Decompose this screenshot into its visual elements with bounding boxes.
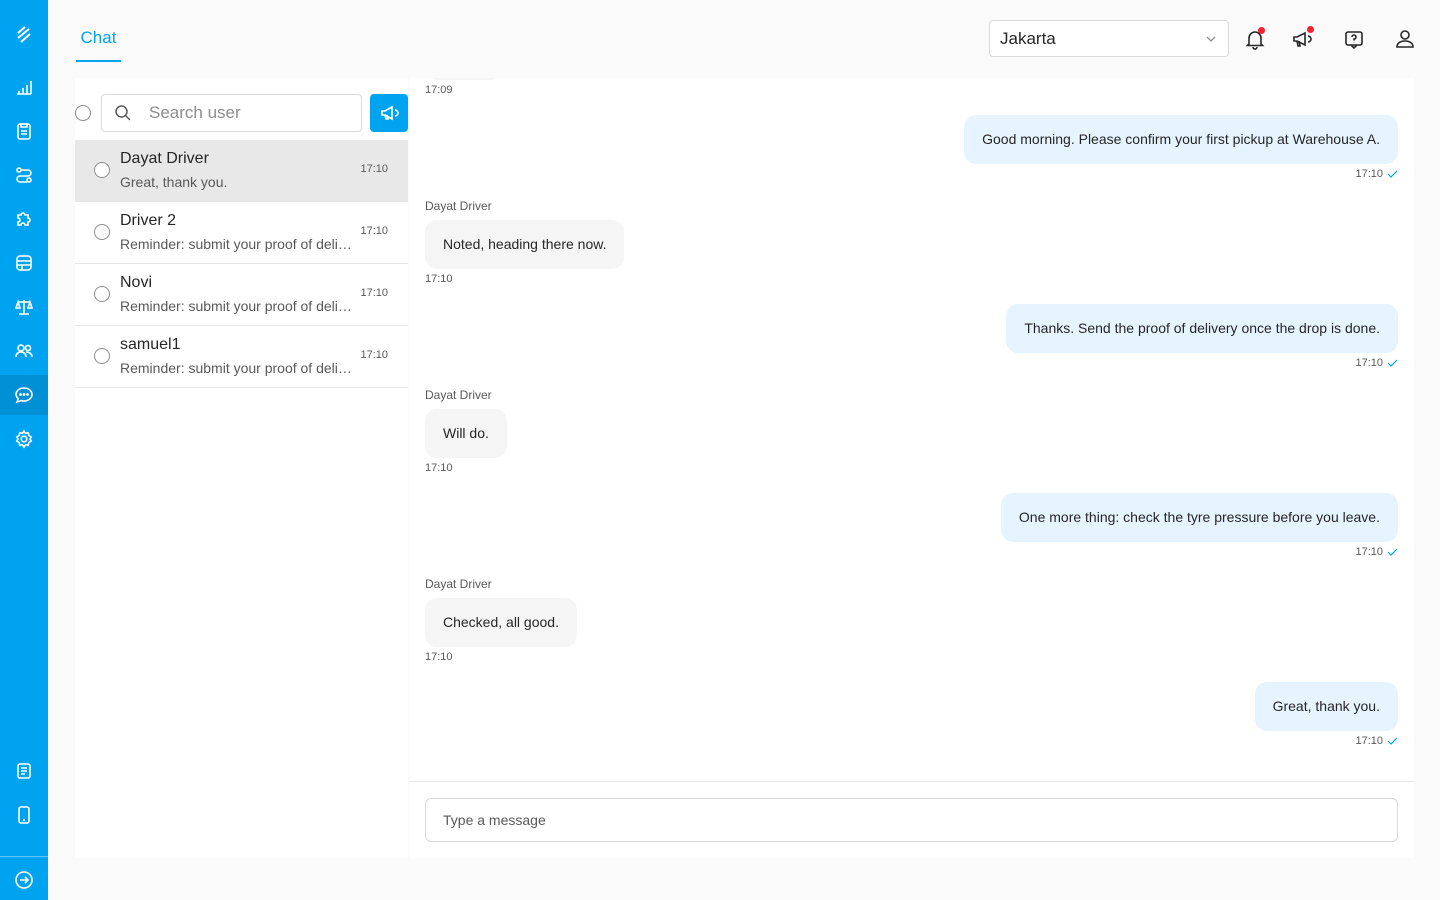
- tab-chat-label: Chat: [80, 28, 117, 47]
- conversation-preview: Great, thank you.: [120, 174, 228, 190]
- conversation-item[interactable]: Novi Reminder: submit your proof of deli…: [75, 264, 408, 326]
- notification-dot: [1307, 26, 1314, 33]
- message-sender: Dayat Driver: [425, 388, 492, 402]
- tab-underline: [76, 60, 121, 62]
- conversation-preview: Reminder: submit your proof of delivery: [120, 236, 355, 252]
- conversation-panel: 17:09 Good morning. Please confirm your …: [409, 78, 1414, 858]
- search-icon: [115, 105, 131, 121]
- route-icon[interactable]: [0, 155, 48, 195]
- message-meta: 17:10: [1355, 357, 1398, 369]
- conversation-time: 17:10: [360, 287, 388, 299]
- check-icon: [1387, 548, 1398, 556]
- message-time: 17:10: [1355, 546, 1383, 558]
- conversation-item[interactable]: Driver 2 Reminder: submit your proof of …: [75, 202, 408, 264]
- message-list[interactable]: 17:09 Good morning. Please confirm your …: [409, 78, 1414, 781]
- search-box[interactable]: [101, 94, 362, 132]
- user-icon[interactable]: [1392, 26, 1418, 52]
- database-icon[interactable]: [0, 243, 48, 283]
- message-bubble-outgoing: One more thing: check the tyre pressure …: [1000, 493, 1398, 542]
- notification-dot: [1258, 27, 1265, 34]
- message-meta: 17:10: [1355, 168, 1398, 180]
- gear-icon[interactable]: [0, 419, 48, 459]
- conversation-checkbox[interactable]: [94, 348, 110, 364]
- megaphone-icon: [381, 105, 399, 121]
- message-meta: 17:10: [1355, 735, 1398, 747]
- top-header: Chat Jakarta: [48, 0, 1440, 78]
- sidebar-divider: [0, 856, 48, 857]
- message-bubble-partial: [425, 78, 503, 80]
- message-sender: Dayat Driver: [425, 577, 492, 591]
- message-bubble-incoming: Will do.: [425, 409, 507, 458]
- clipboard-icon[interactable]: [0, 111, 48, 151]
- conversation-name: Driver 2: [120, 212, 177, 229]
- chat-list-panel: Dayat Driver Great, thank you. 17:10 Dri…: [75, 78, 408, 858]
- chat-list-toolbar: [75, 94, 408, 132]
- document-icon[interactable]: [0, 751, 48, 791]
- city-select[interactable]: Jakarta: [989, 20, 1229, 57]
- select-all-checkbox[interactable]: [75, 105, 91, 121]
- conversation-item[interactable]: Dayat Driver Great, thank you. 17:10: [75, 140, 408, 202]
- message-bubble-outgoing: Good morning. Please confirm your first …: [964, 115, 1398, 164]
- message-time: 17:10: [1355, 735, 1383, 747]
- conversation-time: 17:10: [360, 225, 388, 237]
- conversation-name: samuel1: [120, 336, 181, 353]
- chevron-down-icon: [1206, 36, 1216, 42]
- conversation-checkbox[interactable]: [94, 162, 110, 178]
- message-time: 17:10: [1355, 357, 1383, 369]
- message-meta: 17:10: [1355, 546, 1398, 558]
- check-icon: [1387, 359, 1398, 367]
- check-icon: [1387, 737, 1398, 745]
- conversation-item[interactable]: samuel1 Reminder: submit your proof of d…: [75, 326, 408, 388]
- conversation-checkbox[interactable]: [94, 224, 110, 240]
- message-composer: [409, 781, 1414, 858]
- message-input[interactable]: [425, 798, 1398, 842]
- message-bubble-incoming: Noted, heading there now.: [425, 220, 625, 269]
- logout-icon[interactable]: [0, 860, 48, 900]
- megaphone-icon[interactable]: [1289, 26, 1315, 52]
- conversation-preview: Reminder: submit your proof of delivery: [120, 360, 355, 376]
- bell-icon[interactable]: [1242, 26, 1268, 52]
- conversation-name: Dayat Driver: [120, 150, 209, 167]
- mobile-icon[interactable]: [0, 795, 48, 835]
- broadcast-button[interactable]: [370, 94, 408, 132]
- conversation-time: 17:10: [360, 163, 388, 175]
- message-time: 17:10: [425, 462, 453, 474]
- city-select-value: Jakarta: [1000, 28, 1056, 48]
- message-bubble-outgoing: Thanks. Send the proof of delivery once …: [1006, 304, 1398, 353]
- message-sender: Dayat Driver: [425, 199, 492, 213]
- tab-chat[interactable]: Chat: [76, 28, 121, 62]
- conversation-name: Novi: [120, 274, 153, 291]
- users-icon[interactable]: [0, 331, 48, 371]
- check-icon: [1387, 170, 1398, 178]
- message-time: 17:09: [425, 84, 453, 96]
- logo-icon[interactable]: [0, 15, 48, 55]
- message-time: 17:10: [425, 273, 453, 285]
- conversation-preview: Reminder: submit your proof of delivery: [120, 298, 355, 314]
- message-bubble-outgoing: Great, thank you.: [1254, 682, 1398, 731]
- conversation-checkbox[interactable]: [94, 286, 110, 302]
- balance-scale-icon[interactable]: [0, 287, 48, 327]
- bar-chart-icon[interactable]: [0, 67, 48, 107]
- chat-icon[interactable]: [0, 375, 48, 415]
- sidebar: [0, 0, 48, 900]
- message-bubble-incoming: Checked, all good.: [425, 598, 577, 647]
- message-time: 17:10: [425, 651, 453, 663]
- conversation-time: 17:10: [360, 349, 388, 361]
- puzzle-icon[interactable]: [0, 199, 48, 239]
- search-input[interactable]: [149, 103, 349, 123]
- message-time: 17:10: [1355, 168, 1383, 180]
- help-icon[interactable]: [1341, 26, 1367, 52]
